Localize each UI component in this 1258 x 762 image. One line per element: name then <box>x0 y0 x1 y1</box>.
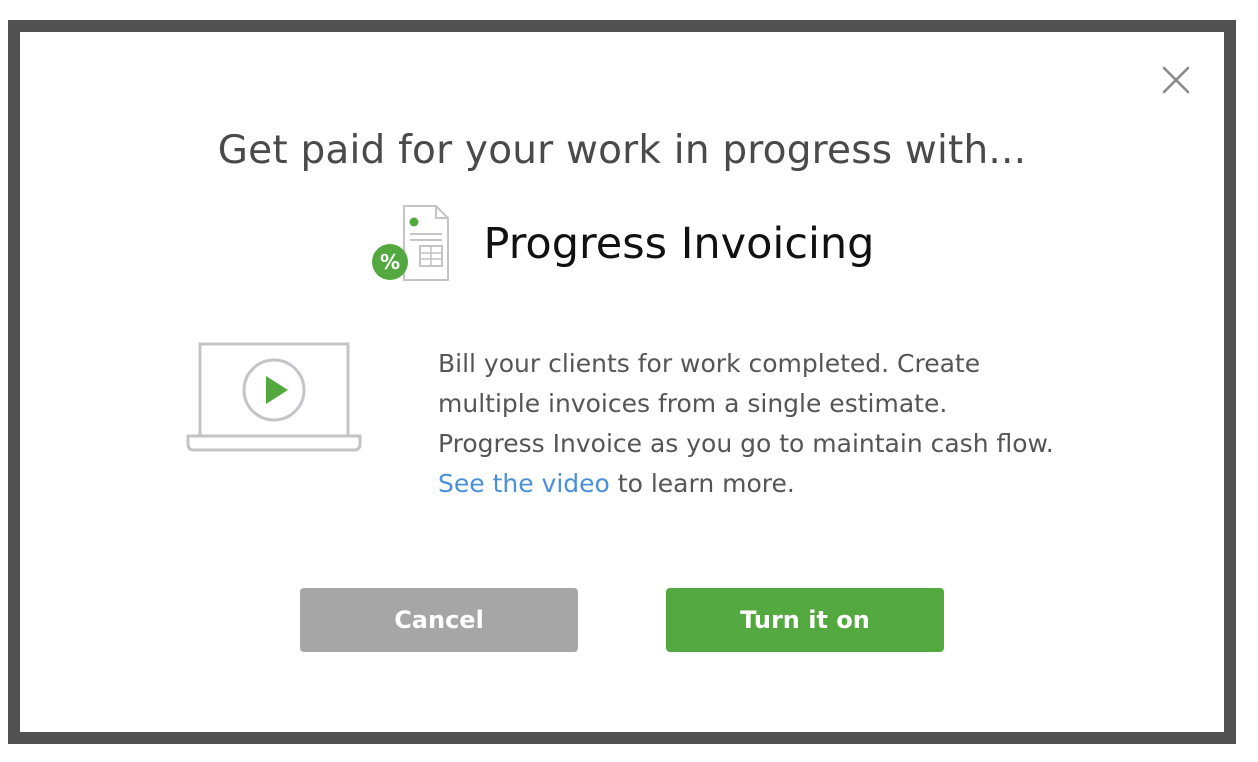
cancel-button[interactable]: Cancel <box>300 588 578 652</box>
description-text: Bill your clients for work completed. Cr… <box>438 349 1054 458</box>
feature-title: Progress Invoicing <box>483 219 875 269</box>
description-suffix: to learn more. <box>617 469 795 498</box>
see-video-link[interactable]: See the video <box>438 469 610 498</box>
watch-video-button[interactable] <box>184 340 364 460</box>
turn-it-on-button[interactable]: Turn it on <box>666 588 944 652</box>
close-icon <box>1162 66 1190 94</box>
feature-header: % Progress Invoicing <box>20 202 1224 286</box>
feature-description: Bill your clients for work completed. Cr… <box>438 344 1058 504</box>
dialog-headline: Get paid for your work in progress with.… <box>217 128 1027 173</box>
svg-text:%: % <box>379 250 399 274</box>
close-button[interactable] <box>1158 62 1194 98</box>
progress-invoicing-dialog: Get paid for your work in progress with.… <box>8 20 1236 744</box>
percent-invoice-icon: % <box>370 202 454 286</box>
laptop-play-icon <box>186 342 362 452</box>
